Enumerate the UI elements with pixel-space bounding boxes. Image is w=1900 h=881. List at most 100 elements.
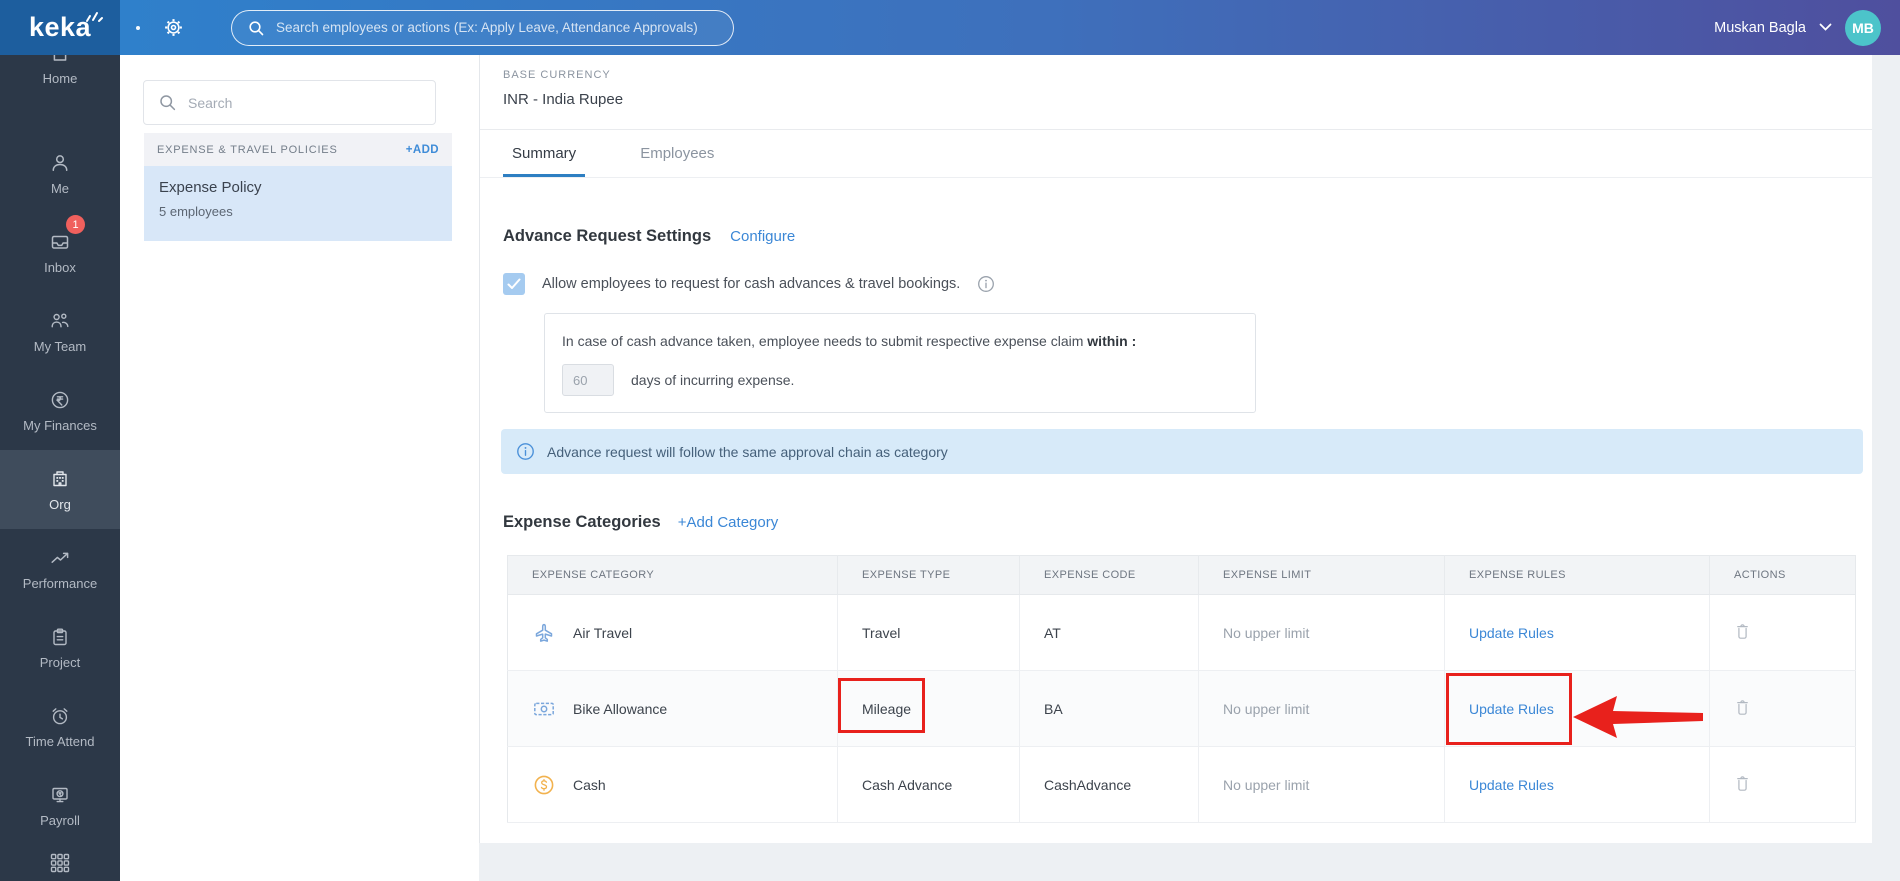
tab-bar: Summary Employees (503, 130, 723, 177)
expense-limit: No upper limit (1198, 670, 1445, 747)
settings-gear-icon[interactable] (163, 17, 184, 38)
sidebar-label: Performance (22, 575, 98, 591)
table-row-cash: Cash Cash Advance CashAdvance No upper l… (507, 746, 1856, 823)
advance-checkbox-row: Allow employees to request for cash adva… (503, 273, 995, 295)
inbox-icon (51, 235, 69, 249)
team-icon (51, 312, 69, 327)
section-title: Expense Categories (503, 513, 661, 531)
plane-icon (535, 623, 553, 642)
sidebar-item-performance[interactable]: Performance (0, 529, 120, 608)
add-policy-button[interactable]: +ADD (406, 144, 439, 156)
policy-list-header: EXPENSE & TRAVEL POLICIES +ADD (144, 133, 452, 166)
table-row-air-travel: Air Travel Travel AT No upper limit Upda… (507, 594, 1856, 671)
sidebar-item-org[interactable]: Org (0, 450, 120, 529)
claim-text-bold: within : (1087, 333, 1137, 349)
info-icon (517, 443, 534, 460)
expense-categories-table: EXPENSE CATEGORY EXPENSE TYPE EXPENSE CO… (507, 555, 1856, 823)
claim-settings-box: In case of cash advance taken, employee … (544, 313, 1256, 413)
base-currency-label: BASE CURRENCY (503, 69, 611, 81)
expense-type: Mileage (837, 670, 1020, 747)
policy-list-title: EXPENSE & TRAVEL POLICIES (157, 143, 338, 156)
col-expense-type: EXPENSE TYPE (837, 555, 1020, 595)
project-clipboard-icon (53, 628, 67, 645)
category-name: Air Travel (573, 624, 633, 641)
update-rules-link[interactable]: Update Rules (1469, 701, 1554, 717)
sidebar-label: Org (49, 496, 71, 512)
sidebar-nav: Home Me 1 Inbox My Team My Finances Org … (0, 55, 120, 881)
payroll-monitor-icon (52, 787, 68, 802)
claim-text: In case of cash advance taken, employee … (562, 333, 1238, 349)
configure-link[interactable]: Configure (730, 228, 795, 245)
sidebar-item-home[interactable]: Home (0, 55, 120, 134)
days-suffix: days of incurring expense. (631, 372, 795, 388)
sidebar-label: Time Attend (25, 733, 95, 749)
table-header-row: EXPENSE CATEGORY EXPENSE TYPE EXPENSE CO… (507, 555, 1856, 595)
info-banner-text: Advance request will follow the same app… (547, 443, 948, 460)
col-expense-limit: EXPENSE LIMIT (1198, 555, 1445, 595)
policy-search-input[interactable] (188, 94, 421, 111)
expense-categories-header: Expense Categories +Add Category (503, 513, 778, 532)
home-icon (53, 55, 67, 61)
tab-summary[interactable]: Summary (503, 130, 586, 177)
sidebar-item-my-finances[interactable]: My Finances (0, 371, 120, 450)
inbox-badge: 1 (66, 215, 85, 234)
performance-icon (51, 552, 69, 563)
advance-checkbox[interactable] (503, 273, 525, 295)
banknote-icon (534, 702, 554, 715)
main-content: BASE CURRENCY INR - India Rupee Summary … (479, 55, 1872, 843)
delete-category-button[interactable] (1734, 774, 1751, 792)
expense-type: Cash Advance (837, 746, 1020, 823)
keka-logo[interactable]: keka (0, 0, 120, 55)
col-actions: ACTIONS (1709, 555, 1856, 595)
policy-list-item-expense-policy[interactable]: Expense Policy 5 employees (144, 166, 452, 241)
expense-code: CashAdvance (1019, 746, 1199, 823)
expense-limit: No upper limit (1198, 594, 1445, 671)
apps-grid-icon[interactable] (0, 851, 120, 875)
category-name: Cash (573, 776, 606, 793)
sidebar-item-time-attend[interactable]: Time Attend (0, 687, 120, 766)
user-name: Muskan Bagla (1714, 19, 1806, 36)
delete-category-button[interactable] (1734, 698, 1751, 716)
policy-title: Expense Policy (159, 179, 262, 196)
update-rules-link[interactable]: Update Rules (1469, 777, 1554, 793)
sidebar-item-me[interactable]: Me (0, 134, 120, 213)
keka-logo-text: keka (28, 12, 92, 42)
user-icon (52, 154, 68, 171)
claim-text-normal: In case of cash advance taken, employee … (562, 333, 1084, 349)
trash-icon (1737, 700, 1748, 715)
avatar-initials: MB (1852, 19, 1874, 36)
sidebar-item-inbox[interactable]: 1 Inbox (0, 213, 120, 292)
policy-panel: EXPENSE & TRAVEL POLICIES +ADD Expense P… (120, 55, 479, 881)
policy-search (143, 80, 436, 125)
info-banner: Advance request will follow the same app… (501, 429, 1863, 474)
table-row-bike-allowance: Bike Allowance Mileage BA No upper limit… (507, 670, 1856, 747)
global-search-input[interactable] (276, 20, 718, 35)
topbar: keka Muskan Bagla MB (0, 0, 1900, 55)
sidebar-item-project[interactable]: Project (0, 608, 120, 687)
days-input[interactable] (562, 364, 614, 396)
col-expense-category: EXPENSE CATEGORY (507, 555, 838, 595)
advance-request-settings-header: Advance Request Settings Configure (503, 227, 795, 246)
info-icon[interactable] (977, 275, 995, 293)
delete-category-button[interactable] (1734, 622, 1751, 640)
update-rules-link[interactable]: Update Rules (1469, 625, 1554, 641)
divider (480, 177, 1872, 178)
sidebar-label: My Team (33, 338, 87, 354)
section-title: Advance Request Settings (503, 227, 712, 245)
col-expense-code: EXPENSE CODE (1019, 555, 1199, 595)
sidebar-item-payroll[interactable]: Payroll (0, 766, 120, 845)
chevron-down-icon (1819, 23, 1832, 31)
tab-employees[interactable]: Employees (631, 130, 723, 177)
search-icon (160, 95, 176, 111)
user-menu[interactable]: Muskan Bagla MB (1714, 9, 1900, 46)
sidebar-label: Home (42, 71, 78, 86)
sidebar-label: Project (39, 654, 81, 670)
avatar[interactable]: MB (1845, 9, 1881, 46)
policy-subtitle: 5 employees (159, 204, 233, 219)
add-category-link[interactable]: +Add Category (678, 514, 778, 531)
sidebar-item-my-team[interactable]: My Team (0, 292, 120, 371)
expense-limit: No upper limit (1198, 746, 1445, 823)
check-icon (507, 278, 521, 289)
logo-spark-icon (86, 12, 103, 22)
base-currency-value: INR - India Rupee (503, 91, 624, 108)
